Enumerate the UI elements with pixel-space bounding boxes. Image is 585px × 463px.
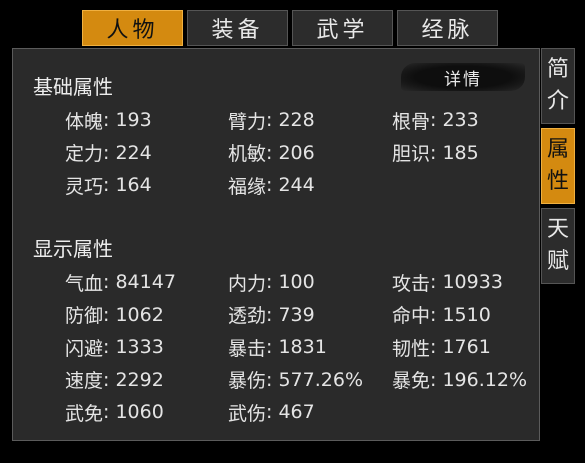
stat-qixue: 气血: 84147 <box>65 271 176 295</box>
stat-baoshang: 暴伤: 577.26% <box>228 368 364 393</box>
basic-stats-grid: 体魄: 193 臂力: 228 根骨: 233 定力: 224 机敏: 206 … <box>65 104 552 202</box>
tab-intro-char-2: 介 <box>546 89 569 114</box>
stat-renxing: 韧性: 1761 <box>392 336 491 360</box>
stat-tipo: 体魄: 193 <box>65 109 152 133</box>
tab-meridians[interactable]: 经脉 <box>397 10 498 46</box>
details-button[interactable]: 详情 <box>401 63 525 91</box>
tab-talent-char-1: 天 <box>546 217 569 242</box>
stat-gongji: 攻击: 10933 <box>392 271 503 295</box>
stat-fangyu: 防御: 1062 <box>65 303 164 328</box>
stat-baomian: 暴免: 196.12% <box>392 368 528 393</box>
stat-baoji: 暴击: 1831 <box>228 336 327 360</box>
tab-talent-char-2: 赋 <box>546 249 569 274</box>
stat-lingqiao: 灵巧: 164 <box>65 174 152 198</box>
stat-shanbi: 闪避: 1333 <box>65 336 164 360</box>
attributes-panel: 基础属性 详情 体魄: 193 臂力: 228 根骨: 233 定力: 224 … <box>12 48 540 441</box>
tab-talent[interactable]: 天 赋 <box>541 208 575 284</box>
stat-jimin: 机敏: 206 <box>228 141 315 166</box>
stat-sudu: 速度: 2292 <box>65 368 164 393</box>
basic-attributes-title: 基础属性 <box>33 75 113 99</box>
stat-wushang: 武伤: 467 <box>228 401 315 425</box>
side-tab-bar: 简 介 属 性 天 赋 <box>541 48 575 284</box>
tab-attributes[interactable]: 属 性 <box>541 128 575 204</box>
stat-bili: 臂力: 228 <box>228 109 315 133</box>
top-tab-bar: 人物 装备 武学 经脉 <box>82 10 498 48</box>
stat-danshi: 胆识: 185 <box>392 141 479 166</box>
stat-wumian: 武免: 1060 <box>65 401 164 425</box>
stat-fuyuan: 福缘: 244 <box>228 174 315 198</box>
stat-neili: 内力: 100 <box>228 271 315 295</box>
stat-dingli: 定力: 224 <box>65 141 152 166</box>
tab-attributes-char-2: 性 <box>546 169 569 194</box>
tab-equipment[interactable]: 装备 <box>187 10 288 46</box>
stat-mingzhong: 命中: 1510 <box>392 303 491 328</box>
stat-gengu: 根骨: 233 <box>392 109 479 133</box>
tab-intro[interactable]: 简 介 <box>541 48 575 124</box>
display-attributes-title: 显示属性 <box>33 237 113 261</box>
tab-attributes-char-1: 属 <box>546 137 569 162</box>
stat-toujin: 透劲: 739 <box>228 303 315 328</box>
tab-intro-char-1: 简 <box>546 57 569 82</box>
tab-martial-arts[interactable]: 武学 <box>292 10 393 46</box>
tab-character[interactable]: 人物 <box>82 10 183 46</box>
display-stats-grid: 气血: 84147 内力: 100 攻击: 10933 防御: 1062 透劲:… <box>65 266 552 429</box>
